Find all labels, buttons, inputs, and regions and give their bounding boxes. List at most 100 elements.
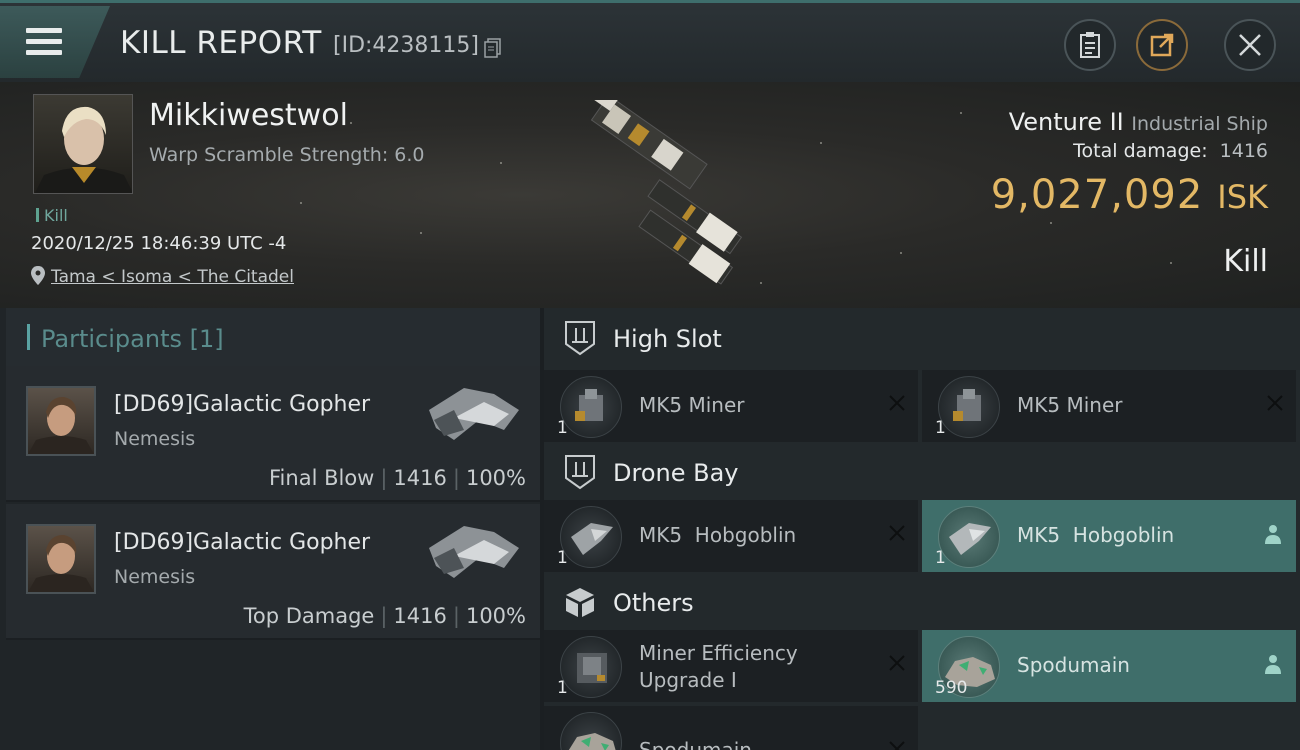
ship-type[interactable]: Venture II Industrial Ship: [1009, 108, 1268, 136]
share-button[interactable]: [1136, 19, 1188, 71]
drone-bay-section: Drone Bay: [544, 442, 1300, 504]
page-title: KILL REPORT: [120, 25, 322, 61]
top-bar: KILL REPORT [ID:4238115]: [0, 0, 1300, 82]
destroyed-icon: [889, 395, 905, 411]
item-name: MK5 Miner: [639, 393, 745, 417]
pilot-portrait-icon: [28, 534, 94, 592]
pilot-portrait-icon: [28, 396, 94, 454]
attacker-ship-icon: [429, 526, 519, 578]
report-id: [ID:4238115]: [333, 33, 479, 58]
module-slot[interactable]: 1 Miner Efficiency Upgrade I: [544, 630, 918, 702]
menu-button[interactable]: [0, 6, 110, 78]
participant-name[interactable]: [DD69]Galactic Gopher: [114, 392, 370, 417]
item-name: Miner Efficiency Upgrade I: [639, 640, 798, 694]
kill-tag: Kill: [36, 206, 68, 225]
high-slot-section: High Slot: [544, 308, 1300, 370]
victim-avatar[interactable]: [33, 94, 133, 194]
report-log-button[interactable]: [1064, 19, 1116, 71]
others-label: Others: [613, 589, 694, 617]
item-name: MK5 Hobgoblin: [1017, 523, 1175, 547]
module-slot[interactable]: 1 MK5 Miner: [922, 370, 1296, 442]
item-quantity: 1: [935, 418, 946, 438]
header-accent: [27, 324, 30, 350]
item-name: MK5 Miner: [1017, 393, 1123, 417]
item-quantity: 1: [935, 548, 946, 568]
destroyed-icon: [889, 655, 905, 671]
drone-icon: [938, 506, 1000, 568]
destroyed-icon: [1267, 395, 1283, 411]
participants-header: Participants [1]: [6, 308, 540, 366]
dropped-person-icon: [1265, 525, 1281, 544]
high-slot-icon: [565, 321, 595, 356]
participants-label: Participants [1]: [41, 325, 224, 353]
fitting-panel: High Slot 1 MK5 Miner 1 MK5 Miner Drone …: [544, 308, 1300, 750]
participant-damage: 1416: [393, 466, 447, 490]
participant-corp: Nemesis: [114, 566, 196, 588]
total-damage-value: 1416: [1219, 140, 1268, 162]
participant-avatar[interactable]: [26, 386, 96, 456]
miner-module-icon: [938, 376, 1000, 438]
drone-icon: [560, 506, 622, 568]
location-link[interactable]: Tama < Isoma < The Citadel: [51, 267, 294, 287]
module-slot[interactable]: 590 Spodumain: [922, 630, 1296, 702]
attacker-ship-icon: [429, 388, 519, 440]
participant-percent: 100%: [465, 466, 526, 490]
ore-icon: [560, 712, 622, 750]
ship-name: Venture II: [1008, 108, 1124, 136]
destroyed-icon: [889, 525, 905, 541]
participant-role: Top Damage: [243, 604, 375, 628]
module-slot[interactable]: 1 MK5 Hobgoblin: [922, 500, 1296, 572]
kill-location[interactable]: Tama < Isoma < The Citadel: [31, 266, 294, 287]
item-quantity: 1: [557, 548, 568, 568]
item-name-line-1: Miner Efficiency: [639, 641, 798, 665]
item-name: MK5 Hobgoblin: [639, 523, 797, 547]
warp-scramble-strength: Warp Scramble Strength: 6.0: [149, 144, 425, 166]
drone-bay-label: Drone Bay: [613, 459, 739, 487]
victim-summary: Mikkiwestwol Warp Scramble Strength: 6.0…: [0, 82, 1300, 308]
isk-value: 9,027,092 ISK: [991, 172, 1268, 218]
module-slot[interactable]: 1 MK5 Hobgoblin: [544, 500, 918, 572]
others-section: Others: [544, 572, 1300, 634]
upgrade-module-icon: [560, 636, 622, 698]
item-name-line-2: Upgrade I: [639, 668, 737, 692]
participant-row[interactable]: [DD69]Galactic Gopher Nemesis Final Blow…: [6, 366, 540, 502]
item-name: Spodumain: [639, 738, 752, 750]
miner-module-icon: [560, 376, 622, 438]
isk-unit: ISK: [1217, 178, 1268, 216]
result-label: Kill: [1223, 244, 1268, 279]
total-damage: Total damage: 1416: [1073, 140, 1268, 162]
hamburger-icon: [26, 28, 62, 58]
isk-amount: 9,027,092: [990, 172, 1204, 218]
participant-corp: Nemesis: [114, 428, 196, 450]
participant-stats: Top Damage | 1416 | 100%: [243, 604, 526, 628]
ship-render: [585, 100, 743, 285]
share-icon: [1150, 33, 1174, 57]
victim-name: Mikkiwestwol: [149, 98, 348, 133]
destroyed-icon: [889, 741, 905, 750]
participant-name[interactable]: [DD69]Galactic Gopher: [114, 530, 370, 555]
module-slot[interactable]: Spodumain: [544, 706, 918, 750]
high-slot-label: High Slot: [613, 325, 722, 353]
participant-avatar[interactable]: [26, 524, 96, 594]
item-quantity: 590: [935, 678, 968, 698]
total-damage-label: Total damage:: [1073, 140, 1208, 162]
ship-class: Industrial Ship: [1131, 113, 1268, 135]
dropped-person-icon: [1265, 655, 1281, 674]
close-icon: [1239, 34, 1261, 56]
module-slot[interactable]: 1 MK5 Miner: [544, 370, 918, 442]
item-quantity: 1: [557, 418, 568, 438]
item-quantity: 1: [557, 678, 568, 698]
copy-icon[interactable]: [484, 38, 501, 58]
participant-role: Final Blow: [269, 466, 375, 490]
close-button[interactable]: [1224, 19, 1276, 71]
item-name: Spodumain: [1017, 653, 1130, 677]
participants-panel: Participants [1] [DD69]Galactic Gopher N…: [0, 308, 540, 750]
location-pin-icon: [31, 266, 45, 285]
participant-damage: 1416: [393, 604, 447, 628]
drone-bay-icon: [565, 455, 595, 490]
participant-percent: 100%: [465, 604, 526, 628]
participant-stats: Final Blow | 1416 | 100%: [269, 466, 526, 490]
pilot-portrait-icon: [35, 106, 132, 193]
clipboard-icon: [1080, 32, 1100, 58]
participant-row[interactable]: [DD69]Galactic Gopher Nemesis Top Damage…: [6, 504, 540, 640]
